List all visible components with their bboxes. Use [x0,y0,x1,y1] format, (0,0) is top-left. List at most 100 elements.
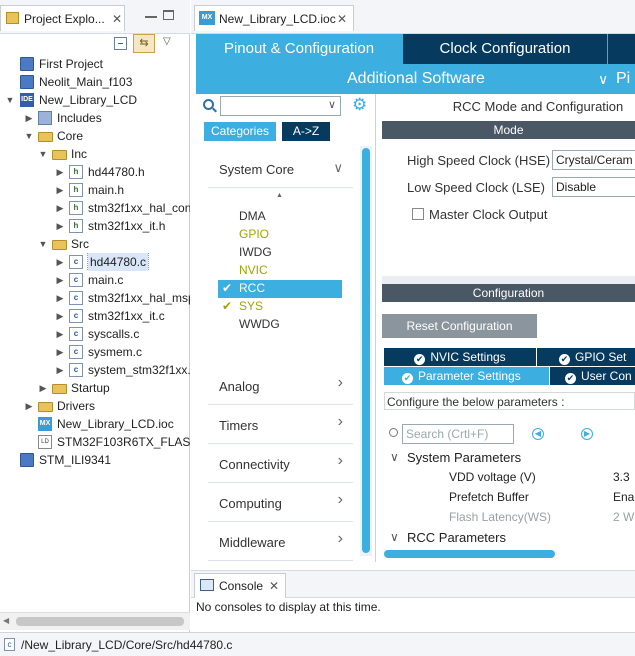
collapsed-chevron-icon[interactable]: ▶ [55,343,65,361]
expanded-chevron-icon[interactable]: ▼ [38,145,48,163]
category-search-input[interactable]: ∨ [220,96,341,116]
peripheral-item[interactable]: SYS [239,297,263,315]
link-with-editor-icon[interactable]: ⇆ [133,34,155,53]
sort-up-icon[interactable]: ▲ [276,192,283,199]
tree-item[interactable]: ▶ Includes [0,109,190,127]
hse-select[interactable]: Crystal/Ceram [552,150,635,170]
console-tab[interactable]: Console ✕ [194,573,286,598]
chevron-down-icon[interactable]: ∨ [598,64,608,94]
expanded-chevron-icon[interactable]: ▼ [5,91,15,109]
parameter-group[interactable]: System Parameters [407,450,521,465]
tree-item[interactable]: ▼ Src [0,235,190,253]
tab-parameter-settings[interactable]: ✔ Parameter Settings [384,367,549,385]
minimize-icon[interactable] [145,16,157,18]
tree-item[interactable]: ▶ c syscalls.c [0,325,190,343]
view-menu-chevron-down-icon[interactable]: ▽ [163,36,171,47]
tree-item[interactable]: Neolit_Main_f103 [0,73,190,91]
horizontal-scrollbar[interactable]: ◀ [0,612,190,630]
tab-a-z[interactable]: A->Z [282,122,330,141]
tree-item[interactable]: LD STM32F103R6TX_FLASH. [0,433,190,451]
tree-item[interactable]: ▶ h stm32f1xx_it.h [0,217,190,235]
collapsed-chevron-icon[interactable]: ▶ [24,397,34,415]
peripheral-item[interactable]: GPIO [239,225,269,243]
parameter-group[interactable]: RCC Parameters [407,530,506,545]
collapsed-chevron-icon[interactable]: ▶ [55,163,65,181]
tree-item[interactable]: ▶ Drivers [0,397,190,415]
collapsed-chevron-icon[interactable]: ▶ [55,271,65,289]
collapsed-chevron-icon[interactable]: ▶ [38,379,48,397]
close-icon[interactable]: ✕ [111,13,123,25]
parameter-value[interactable]: Ena [613,490,634,504]
tree-item[interactable]: ▼ IDE New_Library_LCD [0,91,190,109]
tree-item[interactable]: ▶ c stm32f1xx_it.c [0,307,190,325]
project-explorer-tab[interactable]: Project Explo... ✕ [0,5,125,31]
tree-item[interactable]: ▼ Inc [0,145,190,163]
collapsed-chevron-icon[interactable]: ▶ [55,253,65,271]
category-item[interactable]: Computing › [208,484,353,522]
peripheral-item[interactable]: DMA [239,207,266,225]
tab-user-constants[interactable]: ✔ User Con [550,367,635,385]
gear-icon[interactable]: ⚙ [352,96,367,114]
peripheral-item[interactable]: WWDG [239,315,280,333]
expanded-chevron-icon[interactable]: ▼ [38,235,48,253]
pinout-menu-link[interactable]: Pi [616,64,630,94]
tree-item[interactable]: ▶ h main.h [0,181,190,199]
collapse-all-icon[interactable] [114,37,127,50]
horizontal-scroll-thumb[interactable] [16,617,184,626]
tab-project-manager[interactable] [608,34,635,64]
peripheral-item[interactable]: IWDG [239,243,272,261]
collapsed-chevron-icon[interactable]: ▶ [24,109,34,127]
previous-result-icon[interactable]: ◀ [532,428,544,440]
parameter-value[interactable]: 3.3 [613,470,630,484]
tab-pinout-configuration[interactable]: Pinout & Configuration [196,34,402,64]
next-result-icon[interactable]: ▶ [581,428,593,440]
collapsed-chevron-icon[interactable]: ▶ [55,289,65,307]
master-clock-output-checkbox[interactable] [412,208,424,220]
chevron-down-icon[interactable]: ∨ [390,530,399,544]
category-item[interactable]: Middleware › [208,523,353,561]
tab-clock-configuration[interactable]: Clock Configuration [403,34,607,64]
tree-item[interactable]: ▶ Startup [0,379,190,397]
collapsed-chevron-icon[interactable]: ▶ [55,325,65,343]
lse-select[interactable]: Disable [552,177,635,197]
tab-gpio-settings[interactable]: ✔ GPIO Set [537,348,635,366]
category-item[interactable]: Timers › [208,406,353,444]
peripheral-item[interactable]: NVIC [239,261,268,279]
tree-item[interactable]: ▶ h stm32f1xx_hal_con [0,199,190,217]
panel-divider[interactable] [382,276,635,284]
tree-item[interactable]: ▶ c hd44780.c [0,253,190,271]
collapsed-chevron-icon[interactable]: ▶ [55,199,65,217]
scroll-left-icon[interactable]: ◀ [3,616,9,625]
category-item[interactable]: Connectivity › [208,445,353,483]
chevron-down-icon[interactable]: ∨ [390,450,399,464]
chevron-down-icon[interactable]: ∨ [328,98,336,111]
parameters-horizontal-scrollbar[interactable] [384,550,555,558]
tree-item[interactable]: First Project [0,55,190,73]
tree-item[interactable]: ▶ c main.c [0,271,190,289]
tab-categories[interactable]: Categories [204,122,276,141]
collapsed-chevron-icon[interactable]: ▶ [55,181,65,199]
category-item[interactable]: Analog › [208,367,353,405]
tree-item[interactable]: ▶ c sysmem.c [0,343,190,361]
additional-software-link[interactable]: Additional Software [347,64,485,94]
maximize-icon[interactable] [163,10,174,20]
categories-scroll-thumb[interactable] [362,148,370,553]
category-system-core[interactable]: System Core ∨ [208,150,353,188]
tree-item[interactable]: STM_ILI9341 [0,451,190,469]
ioc-editor-tab[interactable]: MX New_Library_LCD.ioc ✕ [194,5,354,31]
parameter-search-input[interactable]: Search (Crtl+F) [402,424,514,444]
tab-nvic-settings[interactable]: ✔ NVIC Settings [384,348,536,366]
close-icon[interactable]: ✕ [268,580,280,592]
expanded-chevron-icon[interactable]: ▼ [24,127,34,145]
close-icon[interactable]: ✕ [336,13,348,25]
collapsed-chevron-icon[interactable]: ▶ [55,307,65,325]
collapsed-chevron-icon[interactable]: ▶ [55,361,65,379]
collapsed-chevron-icon[interactable]: ▶ [55,217,65,235]
tree-item[interactable]: ▶ h hd44780.h [0,163,190,181]
tree-item[interactable]: ▶ c system_stm32f1xx. [0,361,190,379]
peripheral-item[interactable]: RCC [239,279,265,297]
reset-configuration-button[interactable]: Reset Configuration [382,314,537,338]
tree-item[interactable]: MX New_Library_LCD.ioc [0,415,190,433]
tree-item[interactable]: ▶ c stm32f1xx_hal_msp [0,289,190,307]
tree-item[interactable]: ▼ Core [0,127,190,145]
